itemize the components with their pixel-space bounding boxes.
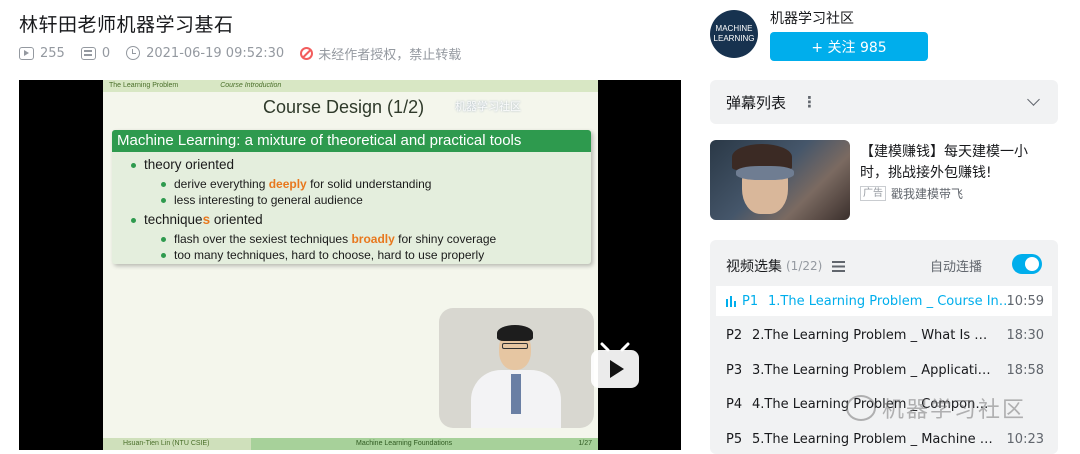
ad-tag: 广告 — [860, 186, 886, 201]
video-meta: 255 0 2021-06-19 09:52:30 未经作者授权，禁止转载 — [19, 44, 477, 63]
slide-watermark: 机器学习社区 — [455, 100, 521, 113]
slide-subbullet: too many techniques, hard to choose, har… — [161, 248, 484, 262]
chevron-down-icon[interactable] — [1027, 93, 1040, 106]
presenter-hair — [497, 325, 533, 341]
episode-number: P3 — [726, 362, 743, 378]
slide-heading: Course Design (1/2) — [263, 97, 425, 117]
bullet-dot — [161, 237, 166, 243]
episode-number: P2 — [726, 327, 743, 343]
episode-duration: 18:30 — [1006, 327, 1044, 343]
danmaku-list-label: 弹幕列表 — [726, 93, 787, 112]
slide-subbullet: less interesting to general audience — [161, 193, 363, 207]
ad-thumbnail[interactable] — [710, 140, 850, 220]
video-player[interactable]: The Learning Problem Course Introduction… — [19, 80, 681, 450]
slide-footer-page: 1/27 — [578, 440, 592, 447]
copyright-notice: 未经作者授权，禁止转载 — [300, 44, 461, 63]
bullet-text: less interesting to general audience — [174, 193, 363, 207]
bullet-dot — [161, 253, 166, 259]
clock-icon — [126, 46, 141, 60]
more-icon[interactable]: ⋮ — [802, 93, 817, 111]
uploader-avatar[interactable]: MACHINE LEARNING — [710, 10, 758, 58]
bullet-highlight: broadly — [351, 232, 395, 246]
playlist-header: 视频选集 (1/22) — [726, 256, 846, 276]
slide-box-title: Machine Learning: a mixture of theoretic… — [112, 130, 591, 152]
presenter-tie — [511, 374, 521, 414]
ad-source[interactable]: 戳我建模带飞 — [891, 185, 963, 202]
slide-bullet-techniques: techniques oriented — [131, 212, 263, 227]
ad-meta: 广告 戳我建模带飞 — [860, 185, 963, 202]
bullet-highlight: deeply — [268, 177, 307, 191]
autoplay-toggle[interactable] — [1012, 254, 1042, 274]
bullet-highlight: s — [202, 212, 211, 227]
bullet-dot — [161, 198, 166, 204]
danmaku-icon — [80, 46, 96, 60]
slide-bullet-theory: theory oriented — [131, 157, 234, 172]
playlist-item[interactable]: P2 2.The Learning Problem _ What Is Mach… — [716, 320, 1052, 350]
episode-title: 1.The Learning Problem _ Course Introduc… — [768, 293, 1012, 309]
list-icon[interactable] — [832, 260, 846, 272]
danmaku-count: 0 — [80, 45, 111, 61]
episode-duration: 10:23 — [1006, 431, 1044, 447]
autoplay-label: 自动连播 — [929, 260, 982, 275]
slide-subsection: Course Introduction — [220, 82, 282, 89]
play-count-icon — [19, 46, 34, 60]
danmaku-count-value: 0 — [101, 45, 111, 61]
episode-number: P5 — [726, 431, 743, 447]
ad-title[interactable]: 【建模赚钱】每天建模一小时，挑战接外包赚钱! — [860, 142, 1050, 184]
playlist-item[interactable]: P3 3.The Learning Problem _ Applications… — [716, 355, 1052, 385]
bullet-text: flash over the sexiest techniques — [174, 232, 352, 246]
wechat-logo-icon — [846, 395, 876, 421]
bullet-text: for solid understanding — [306, 177, 432, 191]
playlist-count: (1/22) — [786, 259, 823, 273]
bullet-dot — [161, 182, 166, 188]
episode-number: P4 — [726, 396, 743, 412]
slide-section: The Learning Problem — [109, 82, 179, 89]
bullet-text: too many techniques, hard to choose, har… — [174, 248, 485, 262]
play-count-value: 255 — [40, 45, 65, 61]
play-button-icon[interactable] — [588, 342, 642, 390]
ban-icon — [300, 46, 314, 60]
follow-button[interactable]: + 关注 985 — [770, 32, 928, 61]
uploader-name[interactable]: 机器学习社区 — [770, 8, 854, 28]
playlist-item[interactable]: P5 5.The Learning Problem _ Machine Lear… — [716, 424, 1052, 454]
bullet-text: oriented — [210, 212, 263, 227]
playlist-label: 视频选集 — [726, 259, 782, 275]
bullet-dot — [131, 162, 136, 168]
publish-date-value: 2021-06-19 09:52:30 — [146, 45, 285, 61]
bullet-text: theory oriented — [144, 157, 235, 172]
slide-topbar: The Learning Problem Course Introduction — [103, 80, 598, 92]
episode-number: P1 — [742, 293, 759, 309]
slide-subbullet: flash over the sexiest techniques broadl… — [161, 232, 496, 246]
episode-title: 3.The Learning Problem _ Applications of… — [752, 362, 996, 378]
danmaku-list-header[interactable]: 弹幕列表 ⋮ — [710, 80, 1058, 124]
ad-figure-mask — [736, 166, 794, 180]
presenter-camera-overlay — [439, 308, 594, 428]
video-title: 林轩田老师机器学习基石 — [19, 14, 234, 36]
page-watermark-text: 机器学习社区 — [882, 398, 1027, 423]
copyright-notice-text: 未经作者授权，禁止转载 — [318, 47, 462, 63]
slide-subbullet: derive everything deeply for solid under… — [161, 177, 431, 191]
slide-footer-author: Hsuan-Tien Lin (NTU CSIE) — [103, 438, 251, 450]
publish-date: 2021-06-19 09:52:30 — [126, 46, 284, 61]
now-playing-icon — [726, 295, 740, 307]
bullet-dot — [131, 217, 136, 223]
slide-footer: Hsuan-Tien Lin (NTU CSIE) Machine Learni… — [103, 438, 598, 450]
episode-duration: 18:58 — [1006, 362, 1044, 378]
slide-footer-course: Machine Learning Foundations 1/27 — [251, 438, 598, 450]
play-count: 255 — [19, 46, 65, 61]
bullet-text: for shiny coverage — [394, 232, 497, 246]
episode-title: 2.The Learning Problem _ What Is Machine… — [752, 327, 996, 343]
episode-duration: 10:59 — [1006, 293, 1044, 309]
bullet-text: derive everything — [174, 177, 269, 191]
episode-title: 5.The Learning Problem _ Machine Learnin… — [752, 431, 996, 447]
presenter-glasses — [502, 343, 528, 349]
slide-footer-course-name: Machine Learning Foundations — [356, 440, 453, 447]
page-watermark: 机器学习社区 — [846, 392, 1026, 424]
bullet-text: technique — [144, 212, 203, 227]
playlist-item[interactable]: P1 1.The Learning Problem _ Course Intro… — [716, 286, 1052, 316]
